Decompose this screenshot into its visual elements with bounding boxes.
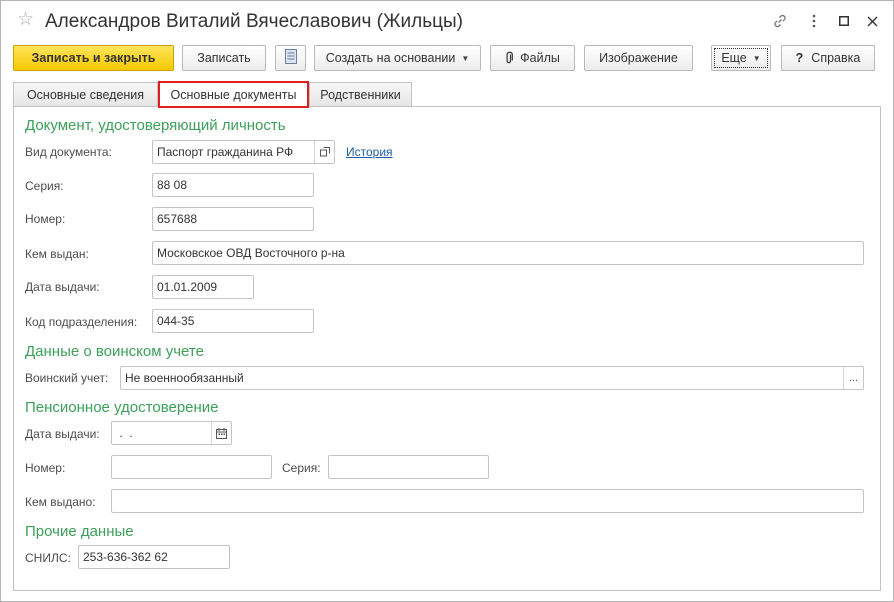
military-value: Не военнообязанный (125, 371, 244, 385)
more-label: Еще (721, 51, 747, 65)
help-label: Справка (811, 51, 861, 65)
paperclip-icon (505, 51, 514, 65)
doc-type-field[interactable]: Паспорт гражданина РФ (152, 140, 335, 164)
dropdown-arrow-icon: ▼ (752, 53, 761, 63)
pension-issued-by-label: Кем выдано: (25, 495, 96, 509)
snils-field[interactable]: 253-636-362 62 (78, 545, 230, 569)
pension-series-field[interactable] (328, 455, 489, 479)
files-label: Файлы (520, 51, 560, 65)
series-field[interactable]: 88 08 (152, 173, 314, 197)
division-code-label: Код подразделения: (25, 315, 138, 329)
window-title: Александров Виталий Вячеславович (Жильцы… (45, 11, 463, 32)
issued-by-field[interactable]: Московское ОВД Восточного р-на (152, 241, 864, 265)
division-code-field[interactable]: 044-35 (152, 309, 314, 333)
issue-date-label: Дата выдачи: (25, 280, 100, 294)
identity-section-title: Документ, удостоверяющий личность (25, 117, 286, 134)
link-icon[interactable] (771, 12, 789, 30)
military-field[interactable]: Не военнообязанный ... (120, 366, 864, 390)
history-link[interactable]: История (346, 145, 393, 159)
list-document-icon (284, 49, 297, 67)
report-button[interactable] (275, 45, 306, 71)
snils-label: СНИЛС: (25, 551, 71, 565)
save-and-close-button[interactable]: Записать и закрыть (13, 45, 174, 71)
pension-issue-date-value: . . (116, 426, 133, 440)
military-label: Воинский учет: (25, 371, 109, 385)
title-bar: ☆ Александров Виталий Вячеславович (Жиль… (1, 1, 893, 41)
create-based-on-label: Создать на основании (325, 51, 456, 65)
dropdown-arrow-icon: ▼ (461, 53, 470, 63)
select-button[interactable]: ... (843, 367, 863, 389)
series-label: Серия: (25, 179, 64, 193)
number-label: Номер: (25, 212, 66, 226)
military-section-title: Данные о воинском учете (25, 343, 204, 360)
number-field[interactable]: 657688 (152, 207, 314, 231)
more-dropdown[interactable]: Еще ▼ (711, 45, 771, 71)
other-section-title: Прочие данные (25, 523, 134, 540)
help-button[interactable]: ? Справка (781, 45, 875, 71)
pension-number-label: Номер: (25, 461, 66, 475)
doc-type-label: Вид документа: (25, 145, 112, 159)
question-icon: ? (795, 51, 804, 65)
pension-issue-date-label: Дата выдачи: (25, 427, 100, 441)
create-based-on-dropdown[interactable]: Создать на основании ▼ (314, 45, 481, 71)
pension-issue-date-field[interactable]: . . (111, 421, 232, 445)
issued-by-label: Кем выдан: (25, 247, 89, 261)
more-vertical-icon[interactable] (805, 12, 823, 30)
save-button[interactable]: Записать (182, 45, 266, 71)
issue-date-field[interactable]: 01.01.2009 (152, 275, 254, 299)
pension-series-label: Серия: (282, 461, 321, 475)
tab-basic-documents[interactable]: Основные документы (158, 81, 309, 108)
favorite-star-icon[interactable]: ☆ (17, 10, 34, 30)
open-icon[interactable] (314, 141, 334, 163)
tab-basic-info[interactable]: Основные сведения (13, 82, 158, 107)
close-icon[interactable] (863, 12, 881, 30)
files-button[interactable]: Файлы (490, 45, 575, 71)
maximize-icon[interactable] (835, 12, 853, 30)
tab-relatives[interactable]: Родственники (309, 82, 412, 107)
pension-issued-by-field[interactable] (111, 489, 864, 513)
doc-type-value: Паспорт гражданина РФ (157, 145, 294, 159)
calendar-icon[interactable] (211, 422, 231, 444)
form-window: ☆ Александров Виталий Вячеславович (Жиль… (0, 0, 894, 602)
pension-number-field[interactable] (111, 455, 272, 479)
image-button[interactable]: Изображение (584, 45, 693, 71)
pension-section-title: Пенсионное удостоверение (25, 399, 219, 416)
